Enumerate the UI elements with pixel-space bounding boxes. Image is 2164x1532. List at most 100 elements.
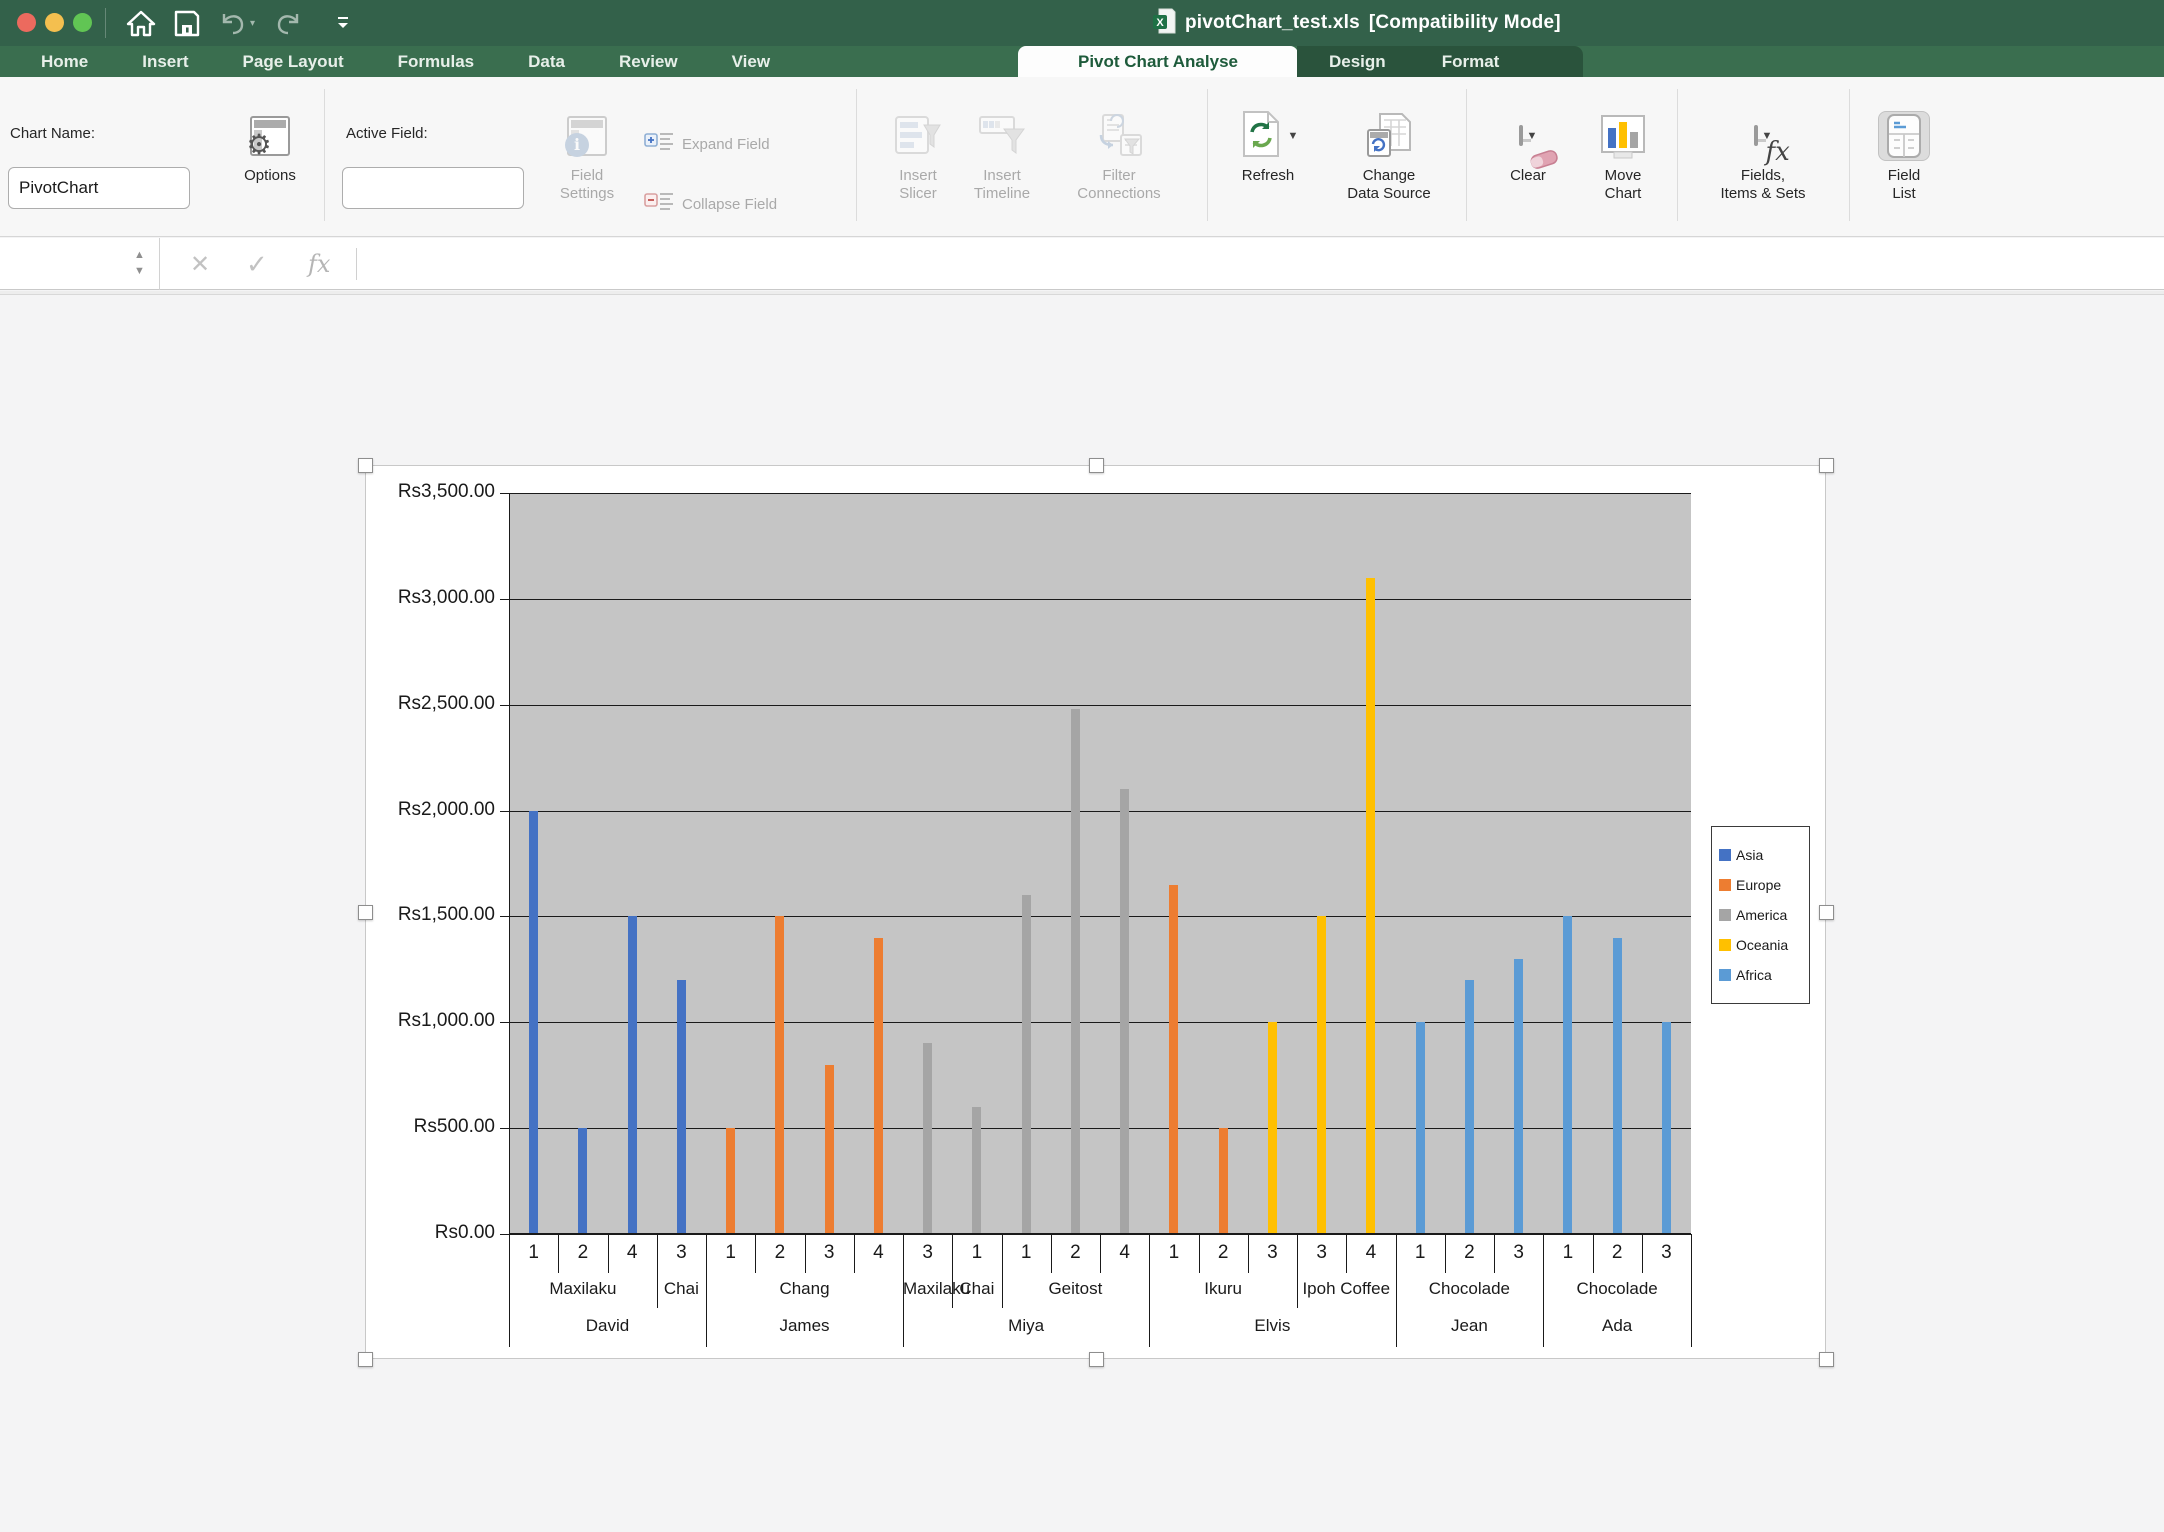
tab-data[interactable]: Data xyxy=(528,52,565,72)
bar[interactable] xyxy=(1662,1022,1671,1234)
bar[interactable] xyxy=(1071,709,1080,1234)
legend-item[interactable]: Europe xyxy=(1719,877,1802,893)
quarter-label: 3 xyxy=(1297,1242,1346,1264)
name-box[interactable]: ▲▼ xyxy=(0,238,160,290)
bar[interactable] xyxy=(628,916,637,1234)
toolbar-overflow-icon[interactable] xyxy=(335,15,351,31)
window-title: X pivotChart_test.xls [Compatibility Mod… xyxy=(1152,0,1561,46)
bar[interactable] xyxy=(1268,1022,1277,1234)
bar[interactable] xyxy=(1317,916,1326,1234)
bar[interactable] xyxy=(1514,959,1523,1234)
active-field-label: Active Field: xyxy=(346,125,428,142)
chart-resize-handle-top-right[interactable] xyxy=(1819,458,1834,473)
pivot-chart[interactable]: Rs3,500.00Rs3,000.00Rs2,500.00Rs2,000.00… xyxy=(365,465,1826,1359)
chart-resize-handle-top-center[interactable] xyxy=(1089,458,1104,473)
bar[interactable] xyxy=(923,1043,932,1234)
chart-name-input[interactable] xyxy=(8,167,190,209)
chart-resize-handle-mid-right[interactable] xyxy=(1819,905,1834,920)
bar[interactable] xyxy=(529,811,538,1234)
tab-home[interactable]: Home xyxy=(41,52,88,72)
move-chart-button[interactable]: Move Chart xyxy=(1580,111,1666,203)
cancel-icon[interactable]: ✕ xyxy=(190,238,210,290)
legend: Asia Europe America Oceania Africa xyxy=(1711,826,1810,1004)
product-label: Chocolade xyxy=(1396,1279,1544,1299)
bar[interactable] xyxy=(972,1107,981,1234)
refresh-button[interactable]: ▼ Refresh xyxy=(1220,111,1316,185)
bar[interactable] xyxy=(1022,895,1031,1234)
name-box-spinner[interactable]: ▲▼ xyxy=(134,247,145,279)
sheet-canvas[interactable]: Rs3,500.00Rs3,000.00Rs2,500.00Rs2,000.00… xyxy=(0,295,2164,1532)
filter-connections-button[interactable]: Filter Connections xyxy=(1052,111,1186,203)
bar[interactable] xyxy=(1366,578,1375,1234)
insert-slicer-button[interactable]: Insert Slicer xyxy=(872,111,964,203)
chart-resize-handle-bottom-right[interactable] xyxy=(1819,1352,1834,1367)
quarter-label: 2 xyxy=(1593,1242,1642,1264)
tab-formulas[interactable]: Formulas xyxy=(398,52,475,72)
insert-timeline-button[interactable]: Insert Timeline xyxy=(952,111,1052,203)
person-label: Elvis xyxy=(1149,1316,1395,1336)
legend-item[interactable]: Asia xyxy=(1719,847,1802,863)
home-icon[interactable] xyxy=(126,9,156,37)
bar[interactable] xyxy=(1169,885,1178,1234)
bar[interactable] xyxy=(775,916,784,1234)
zoom-window-button[interactable] xyxy=(73,13,92,32)
quarter-label: 2 xyxy=(1199,1242,1248,1264)
quarter-label: 3 xyxy=(1248,1242,1297,1264)
collapse-field-button[interactable]: Collapse Field xyxy=(644,189,777,220)
chart-resize-handle-bottom-center[interactable] xyxy=(1089,1352,1104,1367)
product-label: Ipoh Coffee xyxy=(1297,1279,1396,1299)
y-axis-label: Rs3,500.00 xyxy=(366,481,495,503)
clear-button[interactable]: ▼ Clear xyxy=(1488,111,1568,185)
tab-design[interactable]: Design xyxy=(1329,52,1386,72)
options-button[interactable]: ⚙ Options xyxy=(224,111,316,185)
category-divider xyxy=(1691,1234,1692,1347)
tab-insert[interactable]: Insert xyxy=(142,52,188,72)
legend-item[interactable]: Oceania xyxy=(1719,937,1802,953)
quarter-label: 4 xyxy=(608,1242,657,1264)
field-list-button[interactable]: Field List xyxy=(1862,111,1946,203)
chart-resize-handle-mid-left[interactable] xyxy=(358,905,373,920)
change-data-source-button[interactable]: Change Data Source xyxy=(1326,111,1452,203)
redo-icon[interactable] xyxy=(273,10,303,36)
formula-input[interactable] xyxy=(366,244,2146,284)
bar[interactable] xyxy=(1219,1128,1228,1234)
tab-pivot-chart-analyse[interactable]: Pivot Chart Analyse xyxy=(1018,46,1298,77)
bar[interactable] xyxy=(874,938,883,1234)
bar[interactable] xyxy=(578,1128,587,1234)
field-settings-button[interactable]: i Field Settings xyxy=(536,111,638,203)
close-window-button[interactable] xyxy=(17,13,36,32)
refresh-dropdown-arrow[interactable]: ▼ xyxy=(1288,130,1299,142)
insert-function-icon[interactable]: fx xyxy=(308,238,330,290)
undo-icon[interactable]: ▾ xyxy=(218,10,255,36)
pivot-options-icon: ⚙ xyxy=(250,111,290,161)
expand-field-icon xyxy=(644,129,674,160)
chart-resize-handle-bottom-left[interactable] xyxy=(358,1352,373,1367)
legend-item[interactable]: America xyxy=(1719,907,1802,923)
tab-view[interactable]: View xyxy=(732,52,770,72)
bar[interactable] xyxy=(1563,916,1572,1234)
fields-items-sets-button[interactable]: fx ▼ Fields, Items & Sets xyxy=(1692,111,1834,203)
active-field-input[interactable] xyxy=(342,167,524,209)
tab-format[interactable]: Format xyxy=(1442,52,1500,72)
expand-field-button[interactable]: Expand Field xyxy=(644,129,770,160)
minimize-window-button[interactable] xyxy=(45,13,64,32)
bar[interactable] xyxy=(677,980,686,1234)
bar[interactable] xyxy=(1120,789,1129,1234)
y-axis-tick xyxy=(500,811,509,812)
bar[interactable] xyxy=(1416,1022,1425,1234)
save-icon[interactable] xyxy=(174,10,200,37)
bar[interactable] xyxy=(1613,938,1622,1234)
y-axis-label: Rs0.00 xyxy=(366,1222,495,1244)
bar[interactable] xyxy=(825,1065,834,1234)
enter-icon[interactable]: ✓ xyxy=(246,238,268,290)
legend-item[interactable]: Africa xyxy=(1719,967,1802,983)
y-axis-tick xyxy=(500,705,509,706)
tab-review[interactable]: Review xyxy=(619,52,678,72)
chart-resize-handle-top-left[interactable] xyxy=(358,458,373,473)
bar[interactable] xyxy=(1465,980,1474,1234)
legend-swatch xyxy=(1719,939,1731,951)
bar[interactable] xyxy=(726,1128,735,1234)
formula-input-divider xyxy=(356,248,357,280)
tab-page-layout[interactable]: Page Layout xyxy=(243,52,344,72)
quarter-label: 3 xyxy=(1642,1242,1691,1264)
